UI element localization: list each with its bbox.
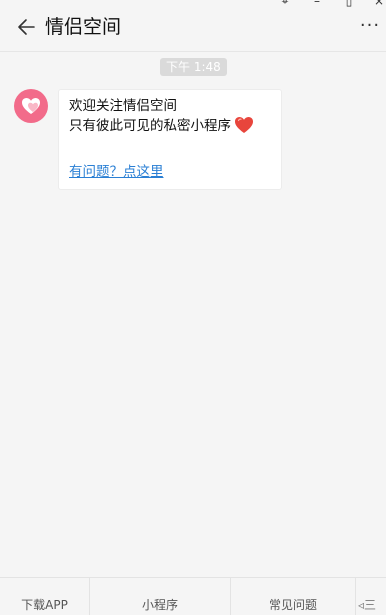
avatar[interactable] [14,89,48,123]
heart-logo-icon [22,98,40,114]
minimize-icon[interactable]: – [310,0,324,8]
back-button[interactable] [16,16,38,38]
message-line-1: 欢迎关注情侣空间 [69,98,177,114]
keyboard-icon[interactable]: ◃三 [356,578,386,615]
message-line-2: 只有彼此可见的私密小程序 [69,118,231,134]
message-line-2-wrap: 只有彼此可见的私密小程序 [69,116,271,136]
pin-icon[interactable]: ⌖ [278,0,292,8]
maximize-icon[interactable]: ▯ [342,0,356,8]
bottom-menu: 下载APP 小程序 常见问题 ◃三 [0,577,386,615]
back-arrow-icon [18,19,35,35]
menu-item-mini-program[interactable]: 小程序 [90,578,231,615]
title-bar: ⌖ – ▯ × 情侣空间 ··· [0,0,386,52]
heart-emoji-icon [235,117,253,133]
help-link[interactable]: 有问题？点这里 [69,162,271,182]
message-spacer [69,136,271,162]
more-icon[interactable]: ··· [358,17,382,35]
timestamp: 下午 1:48 [160,58,227,76]
page-title: 情侣空间 [45,16,122,38]
message-bubble: 欢迎关注情侣空间 只有彼此可见的私密小程序 有问题？点这里 [58,89,282,190]
close-icon[interactable]: × [372,0,386,8]
menu-item-download-app[interactable]: 下载APP [0,578,90,615]
menu-item-faq[interactable]: 常见问题 [231,578,356,615]
